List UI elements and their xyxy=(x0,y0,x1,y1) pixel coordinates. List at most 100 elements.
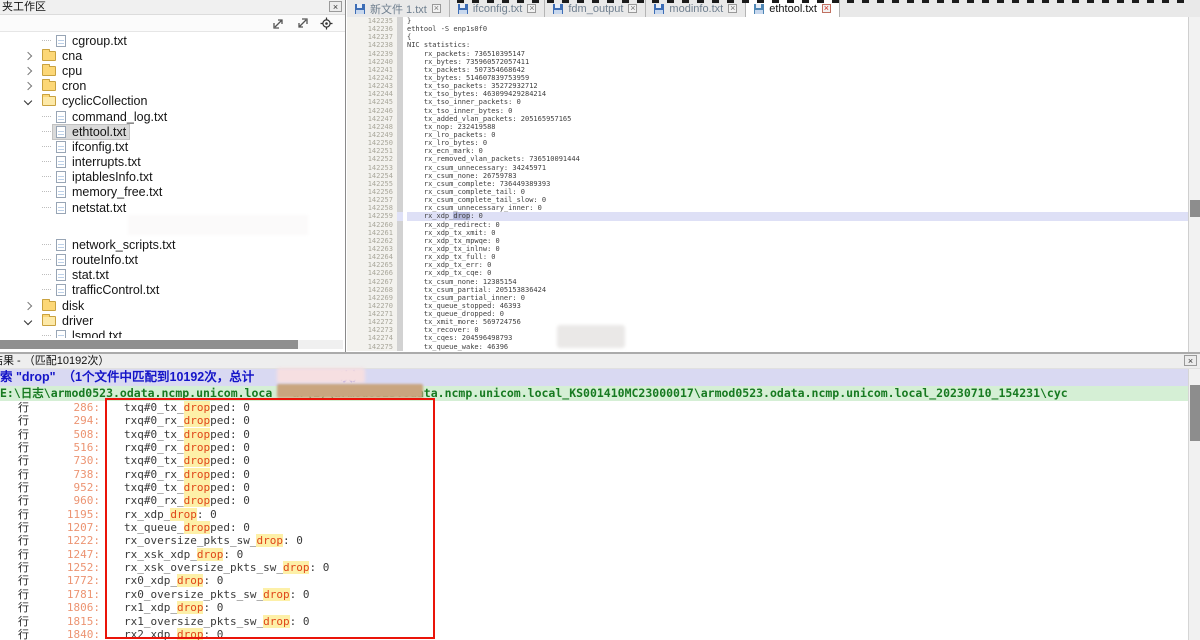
tree-item-cycliccollection[interactable]: cyclicCollection xyxy=(0,94,343,109)
editor-line[interactable]: 142256 rx_csum_complete_tail: 0 xyxy=(347,188,1188,196)
editor-vertical-scrollbar[interactable] xyxy=(1188,17,1200,352)
editor-line[interactable]: 142248 tx_nop: 232419588 xyxy=(347,123,1188,131)
chevron-down-icon[interactable] xyxy=(24,317,32,325)
chevron-right-icon[interactable] xyxy=(24,52,32,60)
collapse-all-icon[interactable] xyxy=(296,17,309,30)
workspace-panel: 夹工作区 × cgroup.txtcnacpucroncyclicCollect… xyxy=(0,0,346,352)
editor-line[interactable]: 142260 rx_xdp_redirect: 0 xyxy=(347,221,1188,229)
editor-line[interactable]: 142242 tx_bytes: 514607839753959 xyxy=(347,74,1188,82)
tree-horizontal-scrollbar[interactable] xyxy=(0,340,343,349)
censor-blur xyxy=(128,215,308,235)
editor-line[interactable]: 142250 rx_lro_bytes: 0 xyxy=(347,139,1188,147)
tree-item-command-log-txt[interactable]: command_log.txt xyxy=(0,109,343,124)
tree-item-cpu[interactable]: cpu xyxy=(0,63,343,78)
close-icon[interactable]: × xyxy=(628,4,637,13)
chevron-right-icon[interactable] xyxy=(24,67,32,75)
tree-item-ifconfig-txt[interactable]: ifconfig.txt xyxy=(0,139,343,154)
close-icon[interactable]: × xyxy=(329,1,342,12)
tree-item-lsmod-txt[interactable]: lsmod.txt xyxy=(0,328,343,338)
tree-item-label: cyclicCollection xyxy=(62,94,147,108)
editor-line[interactable]: 142261 rx_xdp_tx_xmit: 0 xyxy=(347,229,1188,237)
code-area[interactable]: 142235}142236ethtool -S enp1s0f0142237{1… xyxy=(347,17,1188,352)
results-vertical-scrollbar[interactable] xyxy=(1188,369,1200,640)
line-number: 142248 xyxy=(347,123,397,131)
editor-line[interactable]: 142257 rx_csum_complete_tail_slow: 0 xyxy=(347,196,1188,204)
editor-line[interactable]: 142267 tx_csum_none: 12385154 xyxy=(347,278,1188,286)
fold-margin xyxy=(397,131,403,139)
editor-line[interactable]: 142237{ xyxy=(347,33,1188,41)
expand-all-icon[interactable] xyxy=(272,17,285,30)
tree-item-cron[interactable]: cron xyxy=(0,79,343,94)
tree-item-iptablesinfo-txt[interactable]: iptablesInfo.txt xyxy=(0,170,343,185)
chevron-right-icon[interactable] xyxy=(24,301,32,309)
editor-line[interactable]: 142245 tx_tso_inner_packets: 0 xyxy=(347,98,1188,106)
editor-line[interactable]: 142269 tx_csum_partial_inner: 0 xyxy=(347,294,1188,302)
editor-line[interactable]: 142235} xyxy=(347,17,1188,25)
tree-item-label: command_log.txt xyxy=(72,110,167,124)
editor-line[interactable]: 142262 rx_xdp_tx_mpwqe: 0 xyxy=(347,237,1188,245)
chevron-right-icon[interactable] xyxy=(24,82,32,90)
locate-file-icon[interactable] xyxy=(320,17,333,30)
editor-line[interactable]: 142238NIC statistics: xyxy=(347,41,1188,49)
editor-line[interactable]: 142264 rx_xdp_tx_full: 0 xyxy=(347,253,1188,261)
tree-item-netstat-txt[interactable]: netstat.txt xyxy=(0,200,343,215)
tree-item-driver[interactable]: driver xyxy=(0,313,343,328)
tree-item-cna[interactable]: cna xyxy=(0,48,343,63)
editor-line[interactable]: 142239 rx_packets: 736510395147 xyxy=(347,50,1188,58)
editor-line[interactable]: 142246 tx_tso_inner_bytes: 0 xyxy=(347,107,1188,115)
tree-item-disk[interactable]: disk xyxy=(0,298,343,313)
editor-line[interactable]: 142275 tx_queue_wake: 46396 xyxy=(347,343,1188,351)
editor-line[interactable]: 142241 tx_packets: 507354668642 xyxy=(347,66,1188,74)
app-window: 夹工作区 × cgroup.txtcnacpucroncyclicCollect… xyxy=(0,0,1200,640)
editor-line[interactable]: 142271 tx_queue_dropped: 0 xyxy=(347,310,1188,318)
tree-item-trafficcontrol-txt[interactable]: trafficControl.txt xyxy=(0,283,343,298)
editor-line[interactable]: 142259 rx_xdp_drop: 0 xyxy=(347,212,1188,220)
tree-item-content: disk xyxy=(39,299,87,313)
editor-line[interactable]: 142254 rx_csum_none: 26759783 xyxy=(347,172,1188,180)
tree-item-interrupts-txt[interactable]: interrupts.txt xyxy=(0,155,343,170)
tree-item-memory-free-txt[interactable]: memory_free.txt xyxy=(0,185,343,200)
editor-line[interactable]: 142249 rx_lro_packets: 0 xyxy=(347,131,1188,139)
editor-line[interactable]: 142263 rx_xdp_tx_inlnw: 0 xyxy=(347,245,1188,253)
save-icon xyxy=(553,4,563,14)
scrollbar-thumb[interactable] xyxy=(1190,200,1200,217)
editor-line[interactable]: 142240 rx_bytes: 735960572057411 xyxy=(347,58,1188,66)
tab--1-txt[interactable]: 新文件 1.txt× xyxy=(347,0,450,17)
editor-line[interactable]: 142251 rx_ecn_mark: 0 xyxy=(347,147,1188,155)
line-text: tx_csum_partial_inner: 0 xyxy=(407,294,1188,302)
tree-item-routeinfo-txt[interactable]: routeInfo.txt xyxy=(0,252,343,267)
tree-item-network-scripts-txt[interactable]: network_scripts.txt xyxy=(0,237,343,252)
editor-line[interactable]: 142236ethtool -S enp1s0f0 xyxy=(347,25,1188,33)
tree-item-cgroup-txt[interactable]: cgroup.txt xyxy=(0,33,343,48)
editor-line[interactable]: 142255 rx_csum_complete: 736449389393 xyxy=(347,180,1188,188)
editor-line[interactable]: 142274 tx_cqes: 204596498793 xyxy=(347,334,1188,342)
editor-line[interactable]: 142270 tx_queue_stopped: 46393 xyxy=(347,302,1188,310)
editor-line[interactable]: 142266 rx_xdp_tx_cqe: 0 xyxy=(347,269,1188,277)
chevron-down-icon[interactable] xyxy=(24,97,32,105)
editor-line[interactable]: 142273 tx_recover: 0 xyxy=(347,326,1188,334)
close-icon[interactable]: × xyxy=(1184,355,1197,366)
scrollbar-thumb[interactable] xyxy=(1190,385,1200,441)
tree-item-label: network_scripts.txt xyxy=(72,238,176,252)
folder-icon xyxy=(42,81,56,91)
editor-line[interactable]: 142268 tx_csum_partial: 205153836424 xyxy=(347,286,1188,294)
editor-line[interactable]: 142258 rx_csum_unnecessary_inner: 0 xyxy=(347,204,1188,212)
fold-margin xyxy=(397,326,403,334)
close-icon[interactable]: × xyxy=(432,4,441,13)
close-icon[interactable]: × xyxy=(822,4,831,13)
fold-margin xyxy=(397,278,403,286)
tree-item-stat-txt[interactable]: stat.txt xyxy=(0,268,343,283)
tree-item-ethtool-txt[interactable]: ethtool.txt xyxy=(0,124,343,139)
editor-line[interactable]: 142272 tx_xmit_more: 569724756 xyxy=(347,318,1188,326)
scrollbar-thumb[interactable] xyxy=(0,340,298,349)
editor-line[interactable]: 142243 tx_tso_packets: 35272932712 xyxy=(347,82,1188,90)
editor-line[interactable]: 142253 rx_csum_unnecessary: 34245971 xyxy=(347,164,1188,172)
editor-line[interactable]: 142265 rx_xdp_tx_err: 0 xyxy=(347,261,1188,269)
line-number: 142259 xyxy=(347,212,397,220)
editor-line[interactable]: 142247 tx_added_vlan_packets: 2051659571… xyxy=(347,115,1188,123)
editor-line[interactable]: 142252 rx_removed_vlan_packets: 73651009… xyxy=(347,155,1188,163)
close-icon[interactable]: × xyxy=(527,4,536,13)
result-row-prefix: 行 xyxy=(18,482,34,495)
editor-line[interactable]: 142244 tx_tso_bytes: 463099429284214 xyxy=(347,90,1188,98)
close-icon[interactable]: × xyxy=(728,4,737,13)
